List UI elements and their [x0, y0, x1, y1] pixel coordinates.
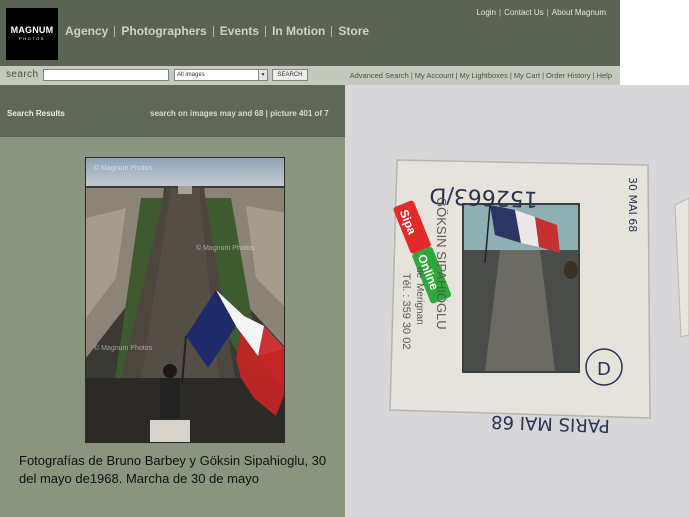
search-input[interactable] — [43, 69, 169, 81]
link-separator: | — [499, 8, 502, 17]
nav-divider — [212, 25, 214, 37]
nav-divider — [114, 25, 116, 37]
search-scope-value: All images — [177, 72, 205, 78]
search-label: search — [6, 69, 39, 80]
magnum-logo[interactable]: MAGNUM PHOTOS — [6, 8, 58, 60]
handwritten-date: 30 MAI 68 — [626, 177, 639, 232]
results-pagination-info: search on images may and 68 | picture 40… — [150, 109, 329, 118]
nav-item-events[interactable]: Events — [220, 24, 259, 38]
my-lightboxes-link[interactable]: My Lightboxes — [460, 71, 508, 80]
link-separator: | — [410, 71, 413, 80]
login-link[interactable]: Login — [476, 8, 496, 17]
contact-link[interactable]: Contact Us — [504, 8, 544, 17]
my-account-link[interactable]: My Account — [415, 71, 454, 80]
logo-text: MAGNUM — [10, 25, 54, 35]
address-line-2: Merignan — [414, 283, 425, 325]
logo-subtext: PHOTOS — [19, 36, 45, 41]
watermark-text: © Magnum Photos — [94, 344, 153, 352]
my-cart-link[interactable]: My Cart — [514, 71, 540, 80]
watermark-text: © Magnum Photos — [94, 164, 153, 172]
phone-number: Tél. : 359 30 02 — [400, 273, 412, 349]
top-links: Login | Contact Us | About Magnum — [476, 8, 606, 17]
address-line-1: de — [414, 267, 425, 279]
link-separator: | — [592, 71, 595, 80]
nav-item-agency[interactable]: Agency — [65, 24, 108, 38]
crowd-photo-image: © Magnum Photos © Magnum Photos © Magnum… — [86, 158, 284, 442]
nav-item-photographers[interactable]: Photographers — [121, 24, 206, 38]
slide-caption: Fotografías de Bruno Barbey y Göksin Sip… — [19, 453, 327, 486]
main-nav: Agency Photographers Events In Motion St… — [65, 24, 369, 38]
nav-divider — [265, 25, 267, 37]
site-header: MAGNUM PHOTOS Agency Photographers Event… — [0, 0, 620, 66]
photographer-stamp: GÖKSIN SIPAHIOGLU — [434, 197, 449, 330]
search-button[interactable]: SEARCH — [272, 69, 308, 81]
advanced-search-link[interactable]: Advanced Search — [350, 71, 409, 80]
account-links: Advanced Search | My Account | My Lightb… — [350, 71, 612, 80]
link-separator: | — [546, 8, 549, 17]
nav-item-store[interactable]: Store — [338, 24, 369, 38]
nav-item-in-motion[interactable]: In Motion — [272, 24, 325, 38]
circled-mark: D — [597, 359, 611, 380]
help-link[interactable]: Help — [597, 71, 612, 80]
link-separator: | — [542, 71, 545, 80]
nav-divider — [331, 25, 333, 37]
chevron-down-icon[interactable]: ▼ — [258, 70, 267, 80]
handwritten-location: PARIS MAI 68 — [491, 411, 610, 436]
link-separator: | — [509, 71, 512, 80]
search-scope-select[interactable]: All images ▼ — [174, 69, 268, 81]
about-link[interactable]: About Magnum — [552, 8, 606, 17]
results-title: Search Results — [7, 109, 65, 118]
watermark-text: © Magnum Photos — [196, 244, 255, 252]
film-slide-image: Sipa Online 152663/D GÖKSIN SIPAHIOGLU d… — [345, 85, 689, 517]
search-bar: search All images ▼ SEARCH Advanced Sear… — [0, 66, 620, 85]
order-history-link[interactable]: Order History — [546, 71, 591, 80]
link-separator: | — [455, 71, 458, 80]
result-photo[interactable]: © Magnum Photos © Magnum Photos © Magnum… — [85, 157, 285, 443]
slide-photograph: Sipa Online 152663/D GÖKSIN SIPAHIOGLU d… — [345, 85, 689, 517]
